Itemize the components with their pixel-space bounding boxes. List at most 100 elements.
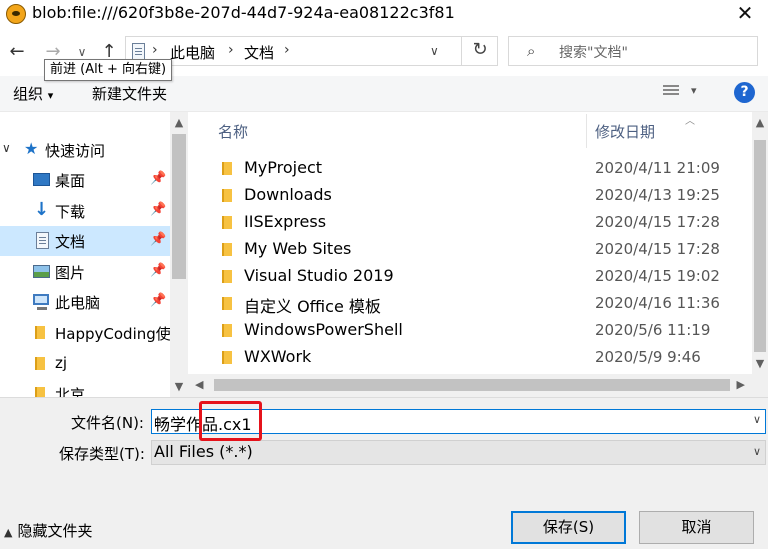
desktop-icon xyxy=(33,173,50,186)
scrollbar-thumb[interactable] xyxy=(214,379,730,391)
pin-icon[interactable]: 📌 xyxy=(150,232,166,247)
navigation-pane: ∨ ★ 快速访问 桌面 📌 ↓ 下载 📌 文档 📌 图片 📌 此电脑 📌 Hap… xyxy=(0,112,170,397)
column-header-date[interactable]: 修改日期 xyxy=(595,121,655,142)
sidebar-item-beijing[interactable]: 北京 xyxy=(0,379,170,397)
scroll-down-arrow-icon[interactable]: ▼ xyxy=(170,380,188,393)
command-toolbar: 组织 ▾ 新建文件夹 ▾ ? xyxy=(0,76,768,112)
hide-folders-toggle[interactable]: ▲ 隐藏文件夹 xyxy=(4,520,92,541)
file-name: WindowsPowerShell xyxy=(244,320,403,339)
scrollbar-thumb[interactable] xyxy=(754,140,766,352)
breadcrumb-separator-icon[interactable]: › xyxy=(228,42,234,58)
document-icon xyxy=(36,232,49,249)
pin-icon[interactable]: 📌 xyxy=(150,293,166,308)
organize-button[interactable]: 组织 ▾ xyxy=(13,83,53,104)
sidebar-item-label: 此电脑 xyxy=(55,294,101,312)
column-divider[interactable] xyxy=(586,114,587,148)
scroll-up-arrow-icon[interactable]: ▲ xyxy=(170,116,188,129)
scroll-right-arrow-icon[interactable]: ▶ xyxy=(737,378,745,391)
hide-folders-label: 隐藏文件夹 xyxy=(17,522,93,540)
expand-chevron-icon[interactable]: ∨ xyxy=(2,141,11,155)
file-date: 2020/4/15 17:28 xyxy=(595,213,720,231)
folder-icon xyxy=(222,216,232,229)
sidebar-item-happycoding[interactable]: HappyCoding使 xyxy=(0,318,170,348)
save-button[interactable]: 保存(S) xyxy=(511,511,626,544)
picture-icon xyxy=(33,265,50,278)
star-icon: ★ xyxy=(24,139,39,158)
file-row[interactable]: Visual Studio 2019 2020/4/15 19:02 xyxy=(188,263,752,290)
file-row[interactable]: WXWork 2020/5/9 9:46 xyxy=(188,344,752,371)
breadcrumb-separator-icon[interactable]: › xyxy=(152,42,158,58)
file-list-vertical-scrollbar[interactable]: ▲ ▼ xyxy=(752,112,768,374)
file-row[interactable]: My Web Sites 2020/4/15 17:28 xyxy=(188,236,752,263)
file-list: 名称 ︿ 修改日期 MyProject 2020/4/11 21:09 Down… xyxy=(188,112,752,374)
help-button[interactable]: ? xyxy=(734,82,755,103)
file-row[interactable]: Downloads 2020/4/13 19:25 xyxy=(188,182,752,209)
file-row[interactable]: WindowsPowerShell 2020/5/6 11:19 xyxy=(188,317,752,344)
file-row[interactable]: IISExpress 2020/4/15 17:28 xyxy=(188,209,752,236)
address-bar[interactable]: › 此电脑 › 文档 › ∨ xyxy=(125,36,498,66)
folder-icon xyxy=(35,326,45,339)
view-options-icon[interactable] xyxy=(663,85,679,99)
collapse-caret-icon: ▲ xyxy=(4,526,13,539)
folder-icon xyxy=(222,297,232,310)
organize-label: 组织 xyxy=(13,85,44,103)
pin-icon[interactable]: 📌 xyxy=(150,202,166,217)
file-row[interactable]: MyProject 2020/4/11 21:09 xyxy=(188,155,752,182)
file-name: MyProject xyxy=(244,158,323,177)
column-header-name[interactable]: 名称 xyxy=(218,121,248,142)
file-name: 自定义 Office 模板 xyxy=(244,297,381,316)
scroll-left-arrow-icon[interactable]: ◀ xyxy=(195,378,203,391)
new-folder-button[interactable]: 新建文件夹 xyxy=(92,83,167,104)
filetype-select[interactable]: All Files (*.*) ∨ xyxy=(151,440,766,465)
document-icon xyxy=(132,43,145,60)
filetype-value: All Files (*.*) xyxy=(154,442,253,461)
folder-icon xyxy=(35,357,45,370)
window-title: blob:file:///620f3b8e-207d-44d7-924a-ea0… xyxy=(32,3,455,22)
file-date: 2020/4/11 21:09 xyxy=(595,159,720,177)
sidebar-item-pictures[interactable]: 图片 📌 xyxy=(0,257,170,287)
scroll-down-arrow-icon[interactable]: ▼ xyxy=(752,357,768,370)
sidebar-item-documents[interactable]: 文档 📌 xyxy=(0,226,170,256)
folder-icon xyxy=(35,387,45,397)
view-dropdown-icon[interactable]: ▾ xyxy=(691,84,697,97)
filetype-label: 保存类型(T): xyxy=(59,445,145,463)
cancel-button[interactable]: 取消 xyxy=(639,511,754,544)
breadcrumb-separator-icon[interactable]: › xyxy=(284,42,290,58)
back-arrow-icon[interactable]: ← xyxy=(4,38,30,66)
sidebar-item-label: zj xyxy=(55,354,68,372)
pin-icon[interactable]: 📌 xyxy=(150,263,166,278)
file-date: 2020/5/6 11:19 xyxy=(595,321,711,339)
search-icon: ⌕ xyxy=(527,42,536,60)
search-input[interactable]: ⌕ 搜索"文档" xyxy=(508,36,758,66)
file-date: 2020/5/9 9:46 xyxy=(595,348,701,366)
breadcrumb-documents[interactable]: 文档 xyxy=(244,42,274,63)
search-placeholder: 搜索"文档" xyxy=(559,45,628,61)
file-date: 2020/4/15 19:02 xyxy=(595,267,720,285)
sidebar-item-quick-access[interactable]: ∨ ★ 快速访问 xyxy=(0,135,170,165)
folder-icon xyxy=(222,324,232,337)
pin-icon[interactable]: 📌 xyxy=(150,171,166,186)
sidebar-item-label: 北京 xyxy=(55,386,86,397)
navigation-pane-scrollbar[interactable]: ▲ ▼ xyxy=(170,112,188,397)
file-date: 2020/4/15 17:28 xyxy=(595,240,720,258)
address-dropdown-chevron-icon[interactable]: ∨ xyxy=(430,44,439,58)
scrollbar-corner xyxy=(752,374,768,397)
filename-dropdown-chevron-icon[interactable]: ∨ xyxy=(753,413,761,426)
refresh-button[interactable]: ↻ xyxy=(461,36,498,66)
sidebar-item-zj[interactable]: zj xyxy=(0,349,170,379)
scrollbar-thumb[interactable] xyxy=(172,134,186,279)
breadcrumb-this-pc[interactable]: 此电脑 xyxy=(170,42,215,63)
filetype-dropdown-chevron-icon[interactable]: ∨ xyxy=(753,445,761,458)
sidebar-item-label: 快速访问 xyxy=(45,142,106,160)
close-button[interactable]: ✕ xyxy=(722,0,768,30)
file-row[interactable]: 自定义 Office 模板 2020/4/16 11:36 xyxy=(188,290,752,317)
scroll-up-arrow-icon[interactable]: ▲ xyxy=(752,116,768,129)
sidebar-item-downloads[interactable]: ↓ 下载 📌 xyxy=(0,196,170,226)
file-date: 2020/4/16 11:36 xyxy=(595,294,720,312)
folder-icon xyxy=(222,243,232,256)
forward-tooltip: 前进 (Alt + 向右键) xyxy=(44,59,173,81)
file-list-horizontal-scrollbar[interactable]: ◀ ▶ xyxy=(188,374,752,397)
file-date: 2020/4/13 19:25 xyxy=(595,186,720,204)
sidebar-item-desktop[interactable]: 桌面 📌 xyxy=(0,165,170,195)
sidebar-item-this-pc[interactable]: 此电脑 📌 xyxy=(0,287,170,317)
